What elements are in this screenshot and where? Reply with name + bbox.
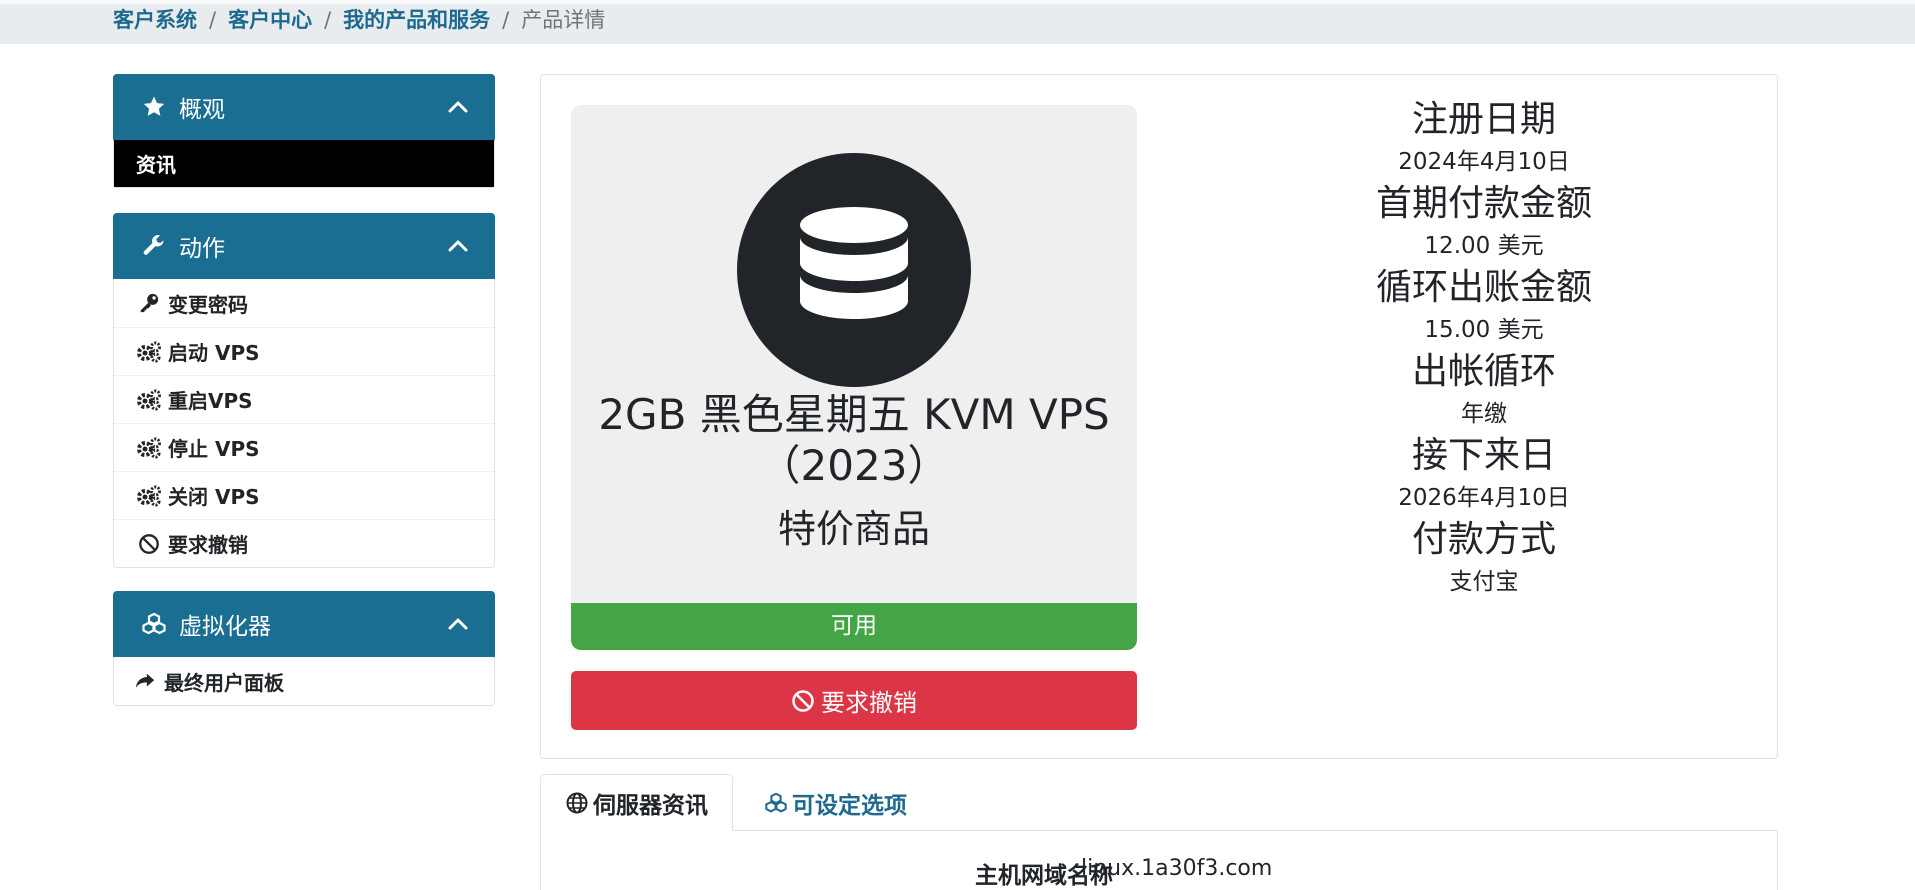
panel-body-overview: 资讯 <box>113 140 495 188</box>
button-label: 要求撤销 <box>821 689 917 717</box>
product-group: 特价商品 <box>777 507 930 551</box>
billing-cycle-value: 年缴 <box>1461 401 1507 427</box>
sidebar-item-label: 资讯 <box>136 153 176 177</box>
tab-label: 伺服器资讯 <box>593 792 708 819</box>
sidebar-item-label: 重启VPS <box>168 389 253 413</box>
sidebar-panel-overview: 概观 资讯 <box>113 74 495 188</box>
sidebar-item-label: 关闭 VPS <box>168 485 260 509</box>
sidebar-panel-actions: 动作 变更密码 启动 VPS 重启VPS 停止 VPS 关闭 VPS 要求撤销 <box>113 213 495 568</box>
sidebar-item-label: 启动 VPS <box>168 341 260 365</box>
breadcrumb-separator: / <box>502 8 510 32</box>
tab-server-info[interactable]: 伺服器资讯 <box>540 774 733 831</box>
next-due-date-value: 2026年4月10日 <box>1398 485 1570 511</box>
panel-title: 虚拟化器 <box>179 614 271 640</box>
sidebar-item-info[interactable]: 资讯 <box>114 140 494 187</box>
product-name: 2GB 黑色星期五 KVM VPS（2023） <box>598 390 1110 490</box>
server-info-panel: 主机网域名称 linux.1a30f3.com <box>540 830 1778 890</box>
ban-icon <box>136 532 162 556</box>
sidebar-item-request-cancellation[interactable]: 要求撤销 <box>114 519 494 567</box>
breadcrumb-separator: / <box>209 8 217 32</box>
sidebar-item-change-password[interactable]: 变更密码 <box>114 279 494 327</box>
product-summary: 2GB 黑色星期五 KVM VPS（2023） 特价商品 可用 <box>571 105 1137 650</box>
breadcrumb-link-client-system[interactable]: 客户系统 <box>113 8 197 32</box>
sidebar-item-start-vps[interactable]: 启动 VPS <box>114 327 494 375</box>
globe-icon <box>565 791 589 815</box>
sidebar-panel-virtualizer: 虚拟化器 最终用户面板 <box>113 591 495 706</box>
cogs-icon <box>136 436 162 460</box>
panel-title: 动作 <box>179 236 225 262</box>
panel-body-actions: 变更密码 启动 VPS 重启VPS 停止 VPS 关闭 VPS 要求撤销 <box>113 279 495 568</box>
billing-cycle-label: 出帐循环 <box>1411 351 1556 392</box>
share-icon <box>132 669 158 693</box>
payment-method-label: 付款方式 <box>1411 519 1556 560</box>
status-badge: 可用 <box>571 603 1137 650</box>
hostname-value: linux.1a30f3.com <box>1081 856 1273 881</box>
registration-date-value: 2024年4月10日 <box>1398 149 1570 175</box>
panel-title: 概观 <box>179 97 225 123</box>
chevron-up-icon[interactable] <box>447 235 469 257</box>
ban-icon <box>791 689 815 713</box>
product-details-card: 2GB 黑色星期五 KVM VPS（2023） 特价商品 可用 要求撤销 注册日… <box>540 74 1778 759</box>
breadcrumb-bar: 客户系统 / 客户中心 / 我的产品和服务 / 产品详情 <box>0 0 1915 44</box>
recurring-amount-value: 15.00 美元 <box>1424 317 1544 343</box>
sidebar-item-reboot-vps[interactable]: 重启VPS <box>114 375 494 423</box>
billing-info: 注册日期 2024年4月10日 首期付款金额 12.00 美元 循环出账金额 1… <box>1241 97 1727 601</box>
sidebar-item-label: 停止 VPS <box>168 437 260 461</box>
breadcrumb: 客户系统 / 客户中心 / 我的产品和服务 / 产品详情 <box>113 6 605 34</box>
chevron-up-icon[interactable] <box>447 613 469 635</box>
cubes-icon <box>764 791 788 815</box>
panel-header-virtualizer[interactable]: 虚拟化器 <box>113 591 495 657</box>
panel-header-actions[interactable]: 动作 <box>113 213 495 279</box>
first-payment-label: 首期付款金额 <box>1375 183 1592 224</box>
cogs-icon <box>136 484 162 508</box>
database-icon <box>737 153 971 387</box>
sidebar-item-stop-vps[interactable]: 停止 VPS <box>114 423 494 471</box>
breadcrumb-link-my-products[interactable]: 我的产品和服务 <box>343 8 490 32</box>
request-cancellation-button[interactable]: 要求撤销 <box>571 671 1137 730</box>
hostname-label: 主机网域名称 <box>975 863 1113 889</box>
payment-method-value: 支付宝 <box>1449 569 1519 595</box>
sidebar-item-label: 最终用户面板 <box>164 670 284 695</box>
breadcrumb-current: 产品详情 <box>521 8 606 32</box>
breadcrumb-separator: / <box>324 8 332 32</box>
tab-configurable-options[interactable]: 可设定选项 <box>740 774 931 831</box>
details-tabs: 伺服器资讯 可设定选项 <box>540 774 1778 831</box>
wrench-icon <box>141 233 167 259</box>
cubes-icon <box>141 611 167 637</box>
key-icon <box>136 291 162 315</box>
star-icon <box>141 94 167 120</box>
first-payment-value: 12.00 美元 <box>1424 233 1544 259</box>
panel-body-virtualizer: 最终用户面板 <box>113 657 495 706</box>
recurring-amount-label: 循环出账金额 <box>1375 267 1592 308</box>
next-due-date-label: 接下来日 <box>1411 435 1556 476</box>
chevron-up-icon[interactable] <box>447 96 469 118</box>
tab-label: 可设定选项 <box>792 792 907 819</box>
registration-date-label: 注册日期 <box>1411 99 1556 140</box>
sidebar-item-end-user-panel[interactable]: 最终用户面板 <box>114 657 494 705</box>
panel-header-overview[interactable]: 概观 <box>113 74 495 140</box>
breadcrumb-link-client-center[interactable]: 客户中心 <box>228 8 312 32</box>
cogs-icon <box>136 340 162 364</box>
cogs-icon <box>136 388 162 412</box>
sidebar-item-label: 变更密码 <box>168 292 248 317</box>
sidebar-item-label: 要求撤销 <box>168 533 248 557</box>
sidebar-item-shutdown-vps[interactable]: 关闭 VPS <box>114 471 494 519</box>
